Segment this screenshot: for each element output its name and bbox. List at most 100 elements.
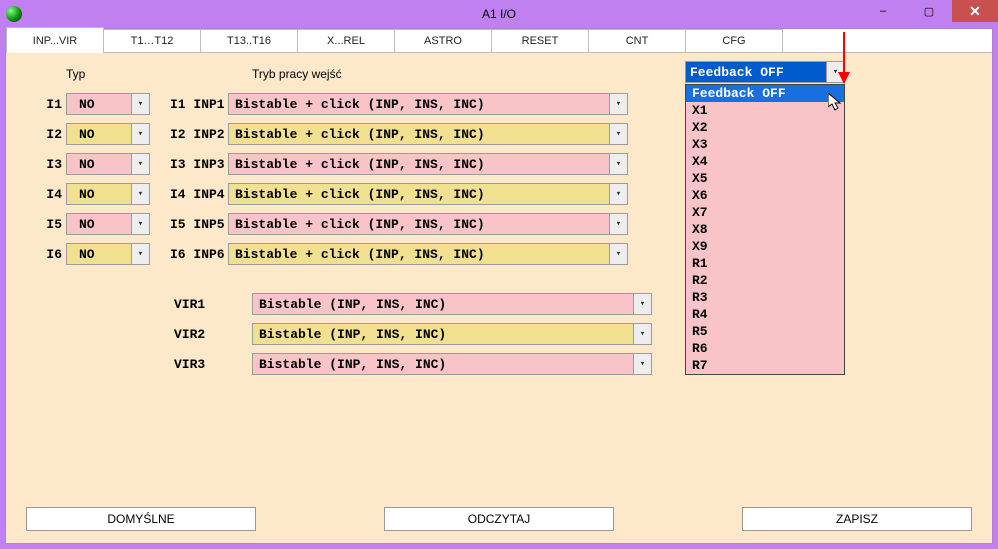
chevron-down-icon[interactable]: ▾ (609, 124, 627, 144)
tab-t1-t12[interactable]: T1…T12 (103, 29, 201, 52)
chevron-down-icon[interactable]: ▾ (131, 244, 149, 264)
vir-row: VIR3 Bistable (INP, INS, INC) ▾ (26, 349, 652, 379)
input-row: I3NO▾I3 INP3Bistable + click (INP, INS, … (26, 149, 628, 179)
read-button[interactable]: ODCZYTAJ (384, 507, 614, 531)
typ-value: NO (79, 127, 95, 142)
feedback-option[interactable]: R2 (686, 272, 844, 289)
feedback-option[interactable]: R5 (686, 323, 844, 340)
chevron-down-icon[interactable]: ▾ (131, 214, 149, 234)
typ-select[interactable]: NO ▾ (66, 213, 150, 235)
input-row: I1NO▾I1 INP1Bistable + click (INP, INS, … (26, 89, 628, 119)
feedback-option[interactable]: R3 (686, 289, 844, 306)
tab-cnt[interactable]: CNT (588, 29, 686, 52)
chevron-down-icon[interactable]: ▾ (131, 154, 149, 174)
chevron-down-icon[interactable]: ▾ (131, 94, 149, 114)
chevron-down-icon[interactable]: ▾ (131, 124, 149, 144)
window-title: A1 I/O (0, 7, 998, 21)
input-row: I6NO▾I6 INP6Bistable + click (INP, INS, … (26, 239, 628, 269)
mode-value: Bistable + click (INP, INS, INC) (235, 127, 485, 142)
chevron-down-icon[interactable]: ▾ (826, 62, 844, 82)
input-row: I5NO▾I5 INP5Bistable + click (INP, INS, … (26, 209, 628, 239)
feedback-option[interactable]: R4 (686, 306, 844, 323)
feedback-select[interactable]: Feedback OFF ▾ (685, 61, 845, 83)
feedback-selected-value: Feedback OFF (690, 65, 784, 80)
close-button[interactable]: ✕ (952, 0, 998, 22)
typ-select[interactable]: NO ▾ (66, 93, 150, 115)
minimize-button[interactable]: – (860, 0, 906, 22)
vir-mode-select[interactable]: Bistable (INP, INS, INC) ▾ (252, 353, 652, 375)
maximize-button[interactable]: ▢ (906, 0, 952, 22)
tab-reset[interactable]: RESET (491, 29, 589, 52)
mode-value: Bistable + click (INP, INS, INC) (235, 187, 485, 202)
save-button[interactable]: ZAPISZ (742, 507, 972, 531)
vir-mode-select[interactable]: Bistable (INP, INS, INC)▾ (252, 293, 652, 315)
mode-value: Bistable (INP, INS, INC) (259, 327, 446, 342)
client-area: INP...VIRT1…T12T13..T16X...RELASTRORESET… (5, 28, 993, 544)
vir-row: VIR1Bistable (INP, INS, INC)▾ (26, 289, 652, 319)
feedback-option[interactable]: X3 (686, 136, 844, 153)
mode-select[interactable]: Bistable + click (INP, INS, INC)▾ (228, 153, 628, 175)
chevron-down-icon[interactable]: ▾ (633, 354, 651, 374)
chevron-down-icon[interactable]: ▾ (609, 154, 627, 174)
tab-astro[interactable]: ASTRO (394, 29, 492, 52)
vir-row: VIR2Bistable (INP, INS, INC)▾ (26, 319, 652, 349)
tab-inp-vir[interactable]: INP...VIR (6, 27, 104, 53)
chevron-down-icon[interactable]: ▾ (609, 244, 627, 264)
typ-value: NO (79, 247, 95, 262)
typ-select[interactable]: NO▾ (66, 153, 150, 175)
feedback-dropdown-list[interactable]: Feedback OFFX1X2X3X4X5X6X7X8X9R1R2R3R4R5… (685, 84, 845, 375)
row-i-label: I6 (26, 247, 66, 262)
chevron-down-icon[interactable]: ▾ (609, 94, 627, 114)
feedback-option[interactable]: X2 (686, 119, 844, 136)
titlebar: A1 I/O – ▢ ✕ (0, 0, 998, 28)
tab-bar: INP...VIRT1…T12T13..T16X...RELASTRORESET… (6, 29, 992, 53)
row-i-label: I2 (26, 127, 66, 142)
inp-label: I2 INP2 (150, 127, 228, 142)
typ-select[interactable]: NO ▾ (66, 183, 150, 205)
feedback-option[interactable]: X7 (686, 204, 844, 221)
vir-label: VIR3 (174, 357, 252, 372)
feedback-option[interactable]: X9 (686, 238, 844, 255)
feedback-option[interactable]: R7 (686, 357, 844, 374)
chevron-down-icon[interactable]: ▾ (633, 294, 651, 314)
input-row: I2NO▾I2 INP2Bistable + click (INP, INS, … (26, 119, 628, 149)
typ-value: NO (79, 217, 95, 232)
chevron-down-icon[interactable]: ▾ (131, 184, 149, 204)
tab-x-rel[interactable]: X...REL (297, 29, 395, 52)
input-row: I4NO▾I4 INP4Bistable + click (INP, INS, … (26, 179, 628, 209)
typ-select[interactable]: NO ▾ (66, 123, 150, 145)
default-button[interactable]: DOMYŚLNE (26, 507, 256, 531)
feedback-option[interactable]: X8 (686, 221, 844, 238)
col-header-typ: Typ (66, 67, 85, 81)
mode-value: Bistable + click (INP, INS, INC) (235, 97, 485, 112)
feedback-option[interactable]: Feedback OFF (686, 85, 844, 102)
vir-mode-select[interactable]: Bistable (INP, INS, INC) ▾ (252, 323, 652, 345)
mode-value: Bistable + click (INP, INS, INC) (235, 247, 485, 262)
mode-select[interactable]: Bistable + click (INP, INS, INC) ▾ (228, 213, 628, 235)
feedback-option[interactable]: X1 (686, 102, 844, 119)
inp-label: I5 INP5 (150, 217, 228, 232)
chevron-down-icon[interactable]: ▾ (609, 184, 627, 204)
chevron-down-icon[interactable]: ▾ (633, 324, 651, 344)
mode-select[interactable]: Bistable + click (INP, INS, INC) ▾ (228, 183, 628, 205)
mode-select[interactable]: Bistable + click (INP, INS, INC) ▾ (228, 123, 628, 145)
mode-select[interactable]: Bistable + click (INP, INS, INC) ▾ (228, 93, 628, 115)
row-i-label: I3 (26, 157, 66, 172)
inp-label: I3 INP3 (150, 157, 228, 172)
mode-select[interactable]: Bistable + click (INP, INS, INC) ▾ (228, 243, 628, 265)
tab-cfg[interactable]: CFG (685, 29, 783, 52)
typ-select[interactable]: NO ▾ (66, 243, 150, 265)
typ-value: NO (79, 187, 95, 202)
feedback-option[interactable]: R1 (686, 255, 844, 272)
feedback-option[interactable]: X5 (686, 170, 844, 187)
chevron-down-icon[interactable]: ▾ (609, 214, 627, 234)
mode-value: Bistable (INP, INS, INC) (259, 357, 446, 372)
typ-value: NO (79, 97, 95, 112)
feedback-option[interactable]: R6 (686, 340, 844, 357)
mode-value: Bistable + click (INP, INS, INC) (235, 217, 485, 232)
tab-content: Typ Tryb pracy wejść Sprzężenie zwrotne … (6, 53, 992, 543)
feedback-option[interactable]: X6 (686, 187, 844, 204)
inp-label: I6 INP6 (150, 247, 228, 262)
feedback-option[interactable]: X4 (686, 153, 844, 170)
tab-t13-t16[interactable]: T13..T16 (200, 29, 298, 52)
